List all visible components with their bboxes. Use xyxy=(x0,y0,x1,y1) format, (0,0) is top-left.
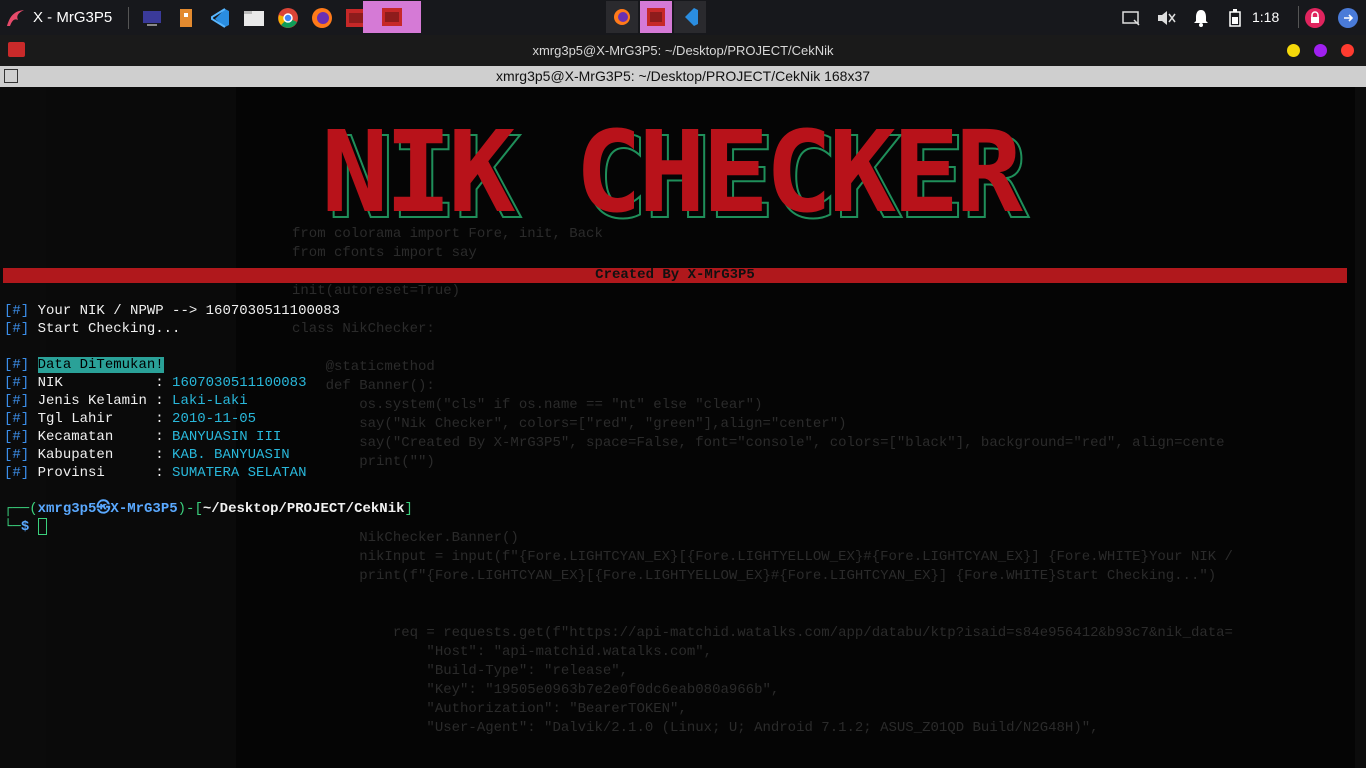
result-row-nik: [#] NIK : 1607030511100083 xyxy=(4,374,306,392)
vscode-launcher-icon[interactable] xyxy=(206,4,234,32)
ghost-code-line: print("") xyxy=(292,454,435,470)
panel-separator xyxy=(128,6,130,29)
input-line: [#] Your NIK / NPWP --> 1607030511100083 xyxy=(4,302,340,320)
screen-icon[interactable] xyxy=(1120,0,1142,35)
terminal-scrollbar[interactable] xyxy=(1355,87,1366,768)
ghost-code-line: class NikChecker: xyxy=(292,321,435,337)
ghost-code-line: "User-Agent": "Dalvik/2.1.0 (Linux; U; A… xyxy=(292,720,1099,736)
ghost-code-line: "Host": "api-matchid.watalks.com", xyxy=(292,644,713,660)
command-line[interactable]: └─$ xyxy=(4,518,47,536)
banner-text: NIK CHECKER xyxy=(321,115,1023,227)
lock-screen-icon[interactable] xyxy=(1303,0,1327,35)
field-value: BANYUASIN III xyxy=(172,429,282,445)
ghost-code-line: print(f"{Fore.LIGHTCYAN_EX}[{Fore.LIGHTY… xyxy=(292,568,1217,584)
show-desktop-icon[interactable] xyxy=(138,4,166,32)
clock[interactable]: 1:18 xyxy=(1252,0,1279,35)
ghost-code-line: "Authorization": "BearerTOKEN", xyxy=(292,701,687,717)
prompt-path: ~/Desktop/PROJECT/CekNik xyxy=(202,501,405,517)
panel-separator xyxy=(1298,6,1299,28)
volume-muted-icon[interactable] xyxy=(1155,0,1177,35)
field-value: Laki-Laki xyxy=(172,393,248,409)
line-mark: [#] xyxy=(4,411,30,427)
prompt-dollar: $ xyxy=(20,519,30,535)
minimize-button[interactable] xyxy=(1287,44,1300,57)
files-launcher-icon[interactable] xyxy=(240,4,268,32)
field-label: Provinsi : xyxy=(37,465,173,481)
prompt-mid: )-[ xyxy=(177,501,203,517)
prompt-open: ┌──( xyxy=(4,501,38,517)
taskbar-terminal-icon[interactable] xyxy=(640,1,672,33)
result-row-district: [#] Kecamatan : BANYUASIN III xyxy=(4,428,281,446)
checking-line: [#] Start Checking... xyxy=(4,320,180,338)
field-label: Kabupaten : xyxy=(37,447,173,463)
ghost-code-line: NikChecker.Banner() xyxy=(292,530,519,546)
ghost-code-line: "Build-Type": "release", xyxy=(292,663,629,679)
taskbar-terminal-active[interactable] xyxy=(363,1,421,33)
window-titlebar[interactable]: xmrg3p5@X-MrG3P5: ~/Desktop/PROJECT/CekN… xyxy=(0,35,1366,66)
line-mark: [#] xyxy=(4,429,30,445)
ghost-code-line: "Key": "19505e0963b7e2e0f0dc6eab080a966b… xyxy=(292,682,780,698)
ghost-code-line: def Banner(): xyxy=(292,378,435,394)
field-label: NIK : xyxy=(37,375,173,391)
prompt-line: ┌──(xmrg3p5㉿X-MrG3P5)-[~/Desktop/PROJECT… xyxy=(4,500,413,518)
taskbar-firefox-icon[interactable] xyxy=(606,1,638,33)
field-label: Tgl Lahir : xyxy=(37,411,173,427)
found-line: [#] Data DiTemukan! xyxy=(4,356,164,374)
close-button[interactable] xyxy=(1341,44,1354,57)
result-row-regency: [#] Kabupaten : KAB. BANYUASIN xyxy=(4,446,290,464)
line-mark: [#] xyxy=(4,447,30,463)
chrome-launcher-icon[interactable] xyxy=(274,4,302,32)
kali-menu-icon[interactable] xyxy=(3,5,29,31)
ghost-code-line: init(autoreset=True) xyxy=(292,283,461,299)
active-window-name[interactable]: X - MrG3P5 xyxy=(33,9,112,26)
credit-bar: Created By X-MrG3P5 xyxy=(3,268,1347,283)
logout-icon[interactable] xyxy=(1336,0,1360,35)
battery-icon[interactable] xyxy=(1224,0,1246,35)
found-highlight: Data DiTemukan! xyxy=(37,357,164,373)
ghost-code-line: os.system("cls" if os.name == "nt" else … xyxy=(292,397,763,413)
terminal-tab-bar[interactable]: xmrg3p5@X-MrG3P5: ~/Desktop/PROJECT/CekN… xyxy=(0,66,1366,87)
notifications-bell-icon[interactable] xyxy=(1190,0,1212,35)
ghost-code-line: @staticmethod xyxy=(292,359,435,375)
result-row-province: [#] Provinsi : SUMATERA SELATAN xyxy=(4,464,306,482)
result-row-birthdate: [#] Tgl Lahir : 2010-11-05 xyxy=(4,410,256,428)
ghost-code-line: from colorama import Fore, init, Back xyxy=(292,226,603,242)
terminal-area[interactable]: from colorama import Fore, init, Back fr… xyxy=(0,87,1366,768)
line-mark: [#] xyxy=(4,393,30,409)
line-mark: [#] xyxy=(4,357,30,373)
prompt-close: ] xyxy=(404,501,413,517)
result-row-gender: [#] Jenis Kelamin : Laki-Laki xyxy=(4,392,248,410)
input-value: 1607030511100083 xyxy=(205,303,341,319)
firefox-launcher-icon[interactable] xyxy=(308,4,336,32)
field-label: Kecamatan : xyxy=(37,429,173,445)
nik-checker-banner: NIK CHECKER NIK CHECKER xyxy=(321,115,1034,227)
line-mark: [#] xyxy=(4,465,30,481)
top-panel: X - MrG3P5 1:18 xyxy=(0,0,1366,35)
prompt-user: xmrg3p5㉿X-MrG3P5 xyxy=(37,501,178,517)
ghost-code-line: say("Nik Checker", colors=["red", "green… xyxy=(292,416,847,432)
ghost-code-line: from cfonts import say xyxy=(292,245,477,261)
ghost-code-line: say("Created By X-MrG3P5", space=False, … xyxy=(292,435,1225,451)
line-mark: [#] xyxy=(4,303,30,319)
checking-text: Start Checking... xyxy=(37,321,181,337)
window-title: xmrg3p5@X-MrG3P5: ~/Desktop/PROJECT/CekN… xyxy=(532,43,834,58)
terminal-tab-title: xmrg3p5@X-MrG3P5: ~/Desktop/PROJECT/CekN… xyxy=(495,68,871,84)
line-mark: [#] xyxy=(4,321,30,337)
ghost-code-line: nikInput = input(f"{Fore.LIGHTCYAN_EX}[{… xyxy=(292,549,1233,565)
field-value: KAB. BANYUASIN xyxy=(172,447,290,463)
field-value: 1607030511100083 xyxy=(172,375,307,391)
field-value: 2010-11-05 xyxy=(172,411,257,427)
text-cursor xyxy=(37,518,47,535)
field-label: Jenis Kelamin : xyxy=(37,393,173,409)
ghost-code-line: req = requests.get(f"https://api-matchid… xyxy=(292,625,1233,641)
maximize-button[interactable] xyxy=(1314,44,1327,57)
file-manager-launcher-icon[interactable] xyxy=(172,4,200,32)
input-label: Your NIK / NPWP --> xyxy=(37,303,206,319)
line-mark: [#] xyxy=(4,375,30,391)
prompt-corner: └─ xyxy=(4,519,21,535)
credit-text: Created By X-MrG3P5 xyxy=(595,267,755,283)
field-value: SUMATERA SELATAN xyxy=(172,465,307,481)
taskbar-vscode-icon[interactable] xyxy=(674,1,706,33)
